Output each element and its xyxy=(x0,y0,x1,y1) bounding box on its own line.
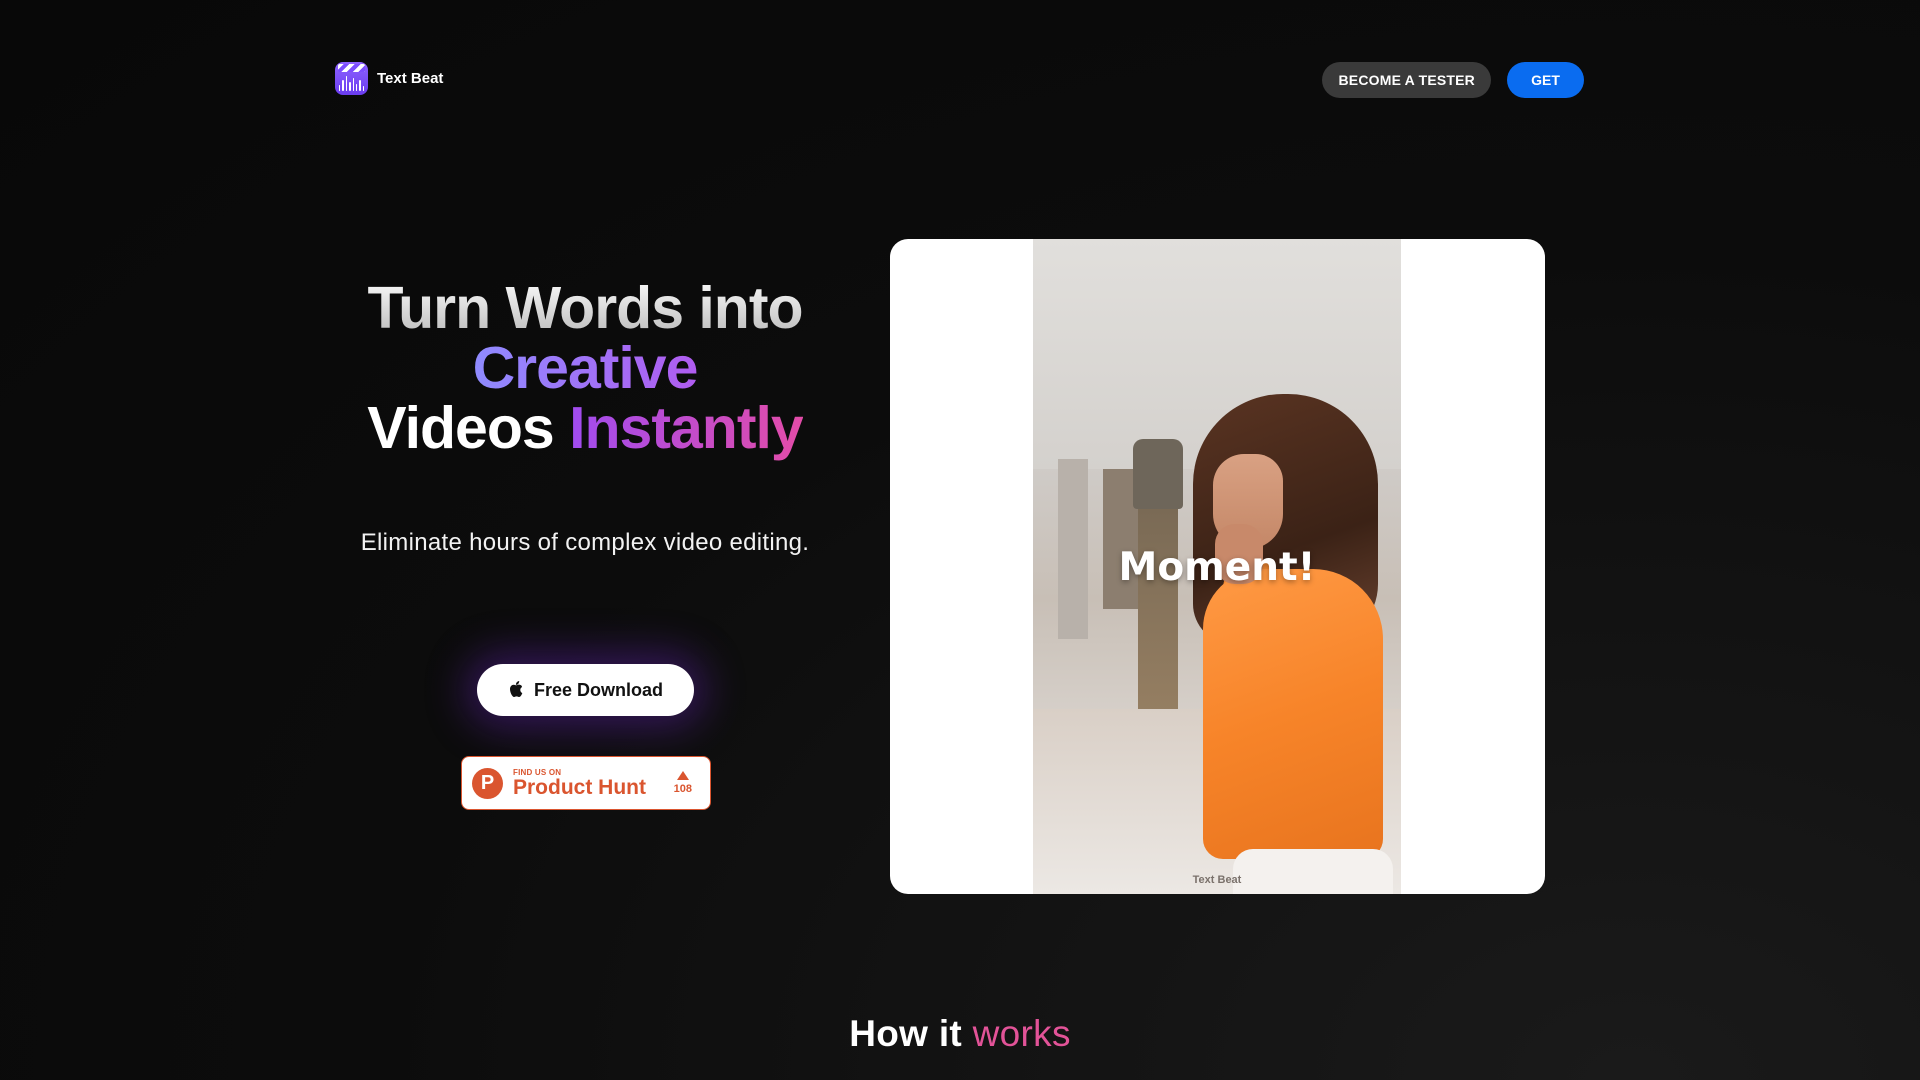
hero-title: Turn Words into Creative Videos Instantl… xyxy=(335,278,835,458)
header-nav: BECOME A TESTER GET xyxy=(1322,62,1584,98)
how-it-works-title: How it works xyxy=(0,1013,1920,1055)
text-beat-app-icon xyxy=(335,62,368,95)
product-hunt-votes: 108 xyxy=(674,771,692,795)
brand[interactable]: Text Beat xyxy=(335,62,443,95)
video-watermark: Text Beat xyxy=(1192,874,1242,886)
get-button[interactable]: GET xyxy=(1507,62,1584,98)
video-preview-card[interactable]: Moment! Text Beat xyxy=(890,239,1545,894)
apple-icon xyxy=(509,681,523,697)
product-hunt-logo-icon: P xyxy=(472,767,503,799)
hero-subtitle: Eliminate hours of complex video editing… xyxy=(360,529,810,556)
free-download-label: Free Download xyxy=(533,679,663,700)
brand-name: Text Beat xyxy=(377,70,444,87)
landing-page: Text Beat BECOME A TESTER GET Turn Words… xyxy=(0,0,1920,1080)
how-it-works-title-a: How it xyxy=(849,1013,963,1054)
video-caption: Moment! xyxy=(1118,545,1316,590)
video-frame: Moment! Text Beat xyxy=(1033,239,1401,894)
product-hunt-badge[interactable]: P FIND US ON Product Hunt 108 xyxy=(461,756,711,810)
become-tester-button[interactable]: BECOME A TESTER xyxy=(1322,62,1491,98)
product-hunt-name: Product Hunt xyxy=(513,775,646,799)
how-it-works-title-b: works xyxy=(972,1013,1071,1054)
free-download-button[interactable]: Free Download xyxy=(477,664,694,716)
hero-title-line3-a: Videos xyxy=(367,395,554,461)
product-hunt-vote-count: 108 xyxy=(673,783,692,795)
hero-title-line1: Turn Words into xyxy=(367,275,803,341)
hero-title-line3-b: Instantly xyxy=(569,395,804,461)
upvote-arrow-icon xyxy=(676,771,689,780)
hero-title-line2: Creative xyxy=(472,335,699,401)
